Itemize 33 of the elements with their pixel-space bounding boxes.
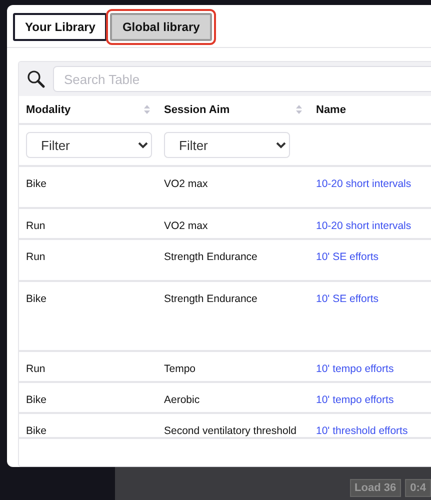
table-cell: VO2 max: [164, 178, 208, 190]
table-cell: Second ventilatory threshold: [164, 425, 296, 437]
table-cell: Bike: [26, 178, 46, 190]
table-cell: Strength Endurance: [164, 251, 258, 263]
table-cell: Run: [26, 251, 46, 263]
session-link[interactable]: 10' threshold efforts: [316, 425, 408, 437]
session-link[interactable]: 10' SE efforts: [316, 251, 379, 263]
column-header[interactable]: Session Aim: [164, 104, 230, 116]
session-link[interactable]: 10-20 short intervals: [316, 178, 412, 190]
column-header[interactable]: Modality: [26, 104, 71, 116]
session-link[interactable]: 10' tempo efforts: [316, 363, 394, 375]
table-cell: VO2 max: [164, 220, 208, 232]
search-icon: [27, 70, 45, 88]
load-badge: 0:4: [405, 478, 431, 496]
session-link[interactable]: 10' tempo efforts: [316, 394, 394, 406]
table-cell: Bike: [26, 425, 46, 437]
session-link[interactable]: 10-20 short intervals: [316, 220, 412, 232]
table-cell: Tempo: [164, 363, 196, 375]
table-cell: Bike: [26, 293, 46, 305]
filter-dropdown[interactable]: Filter: [164, 132, 290, 158]
session-link[interactable]: 10' SE efforts: [316, 293, 379, 305]
search-field[interactable]: Search Table: [53, 66, 431, 92]
load-badge: Load 36: [350, 478, 402, 496]
library-tab[interactable]: Your Library: [13, 13, 108, 41]
table-cell: Strength Endurance: [164, 293, 258, 305]
filter-dropdown[interactable]: Filter: [26, 132, 152, 158]
table-cell: Run: [26, 363, 46, 375]
table-cell: Run: [26, 220, 46, 232]
table-cell: Aerobic: [164, 394, 200, 406]
sort-icon[interactable]: [296, 105, 302, 114]
sort-icon[interactable]: [144, 105, 150, 114]
table-cell: Bike: [26, 394, 46, 406]
column-header[interactable]: Name: [316, 104, 346, 116]
